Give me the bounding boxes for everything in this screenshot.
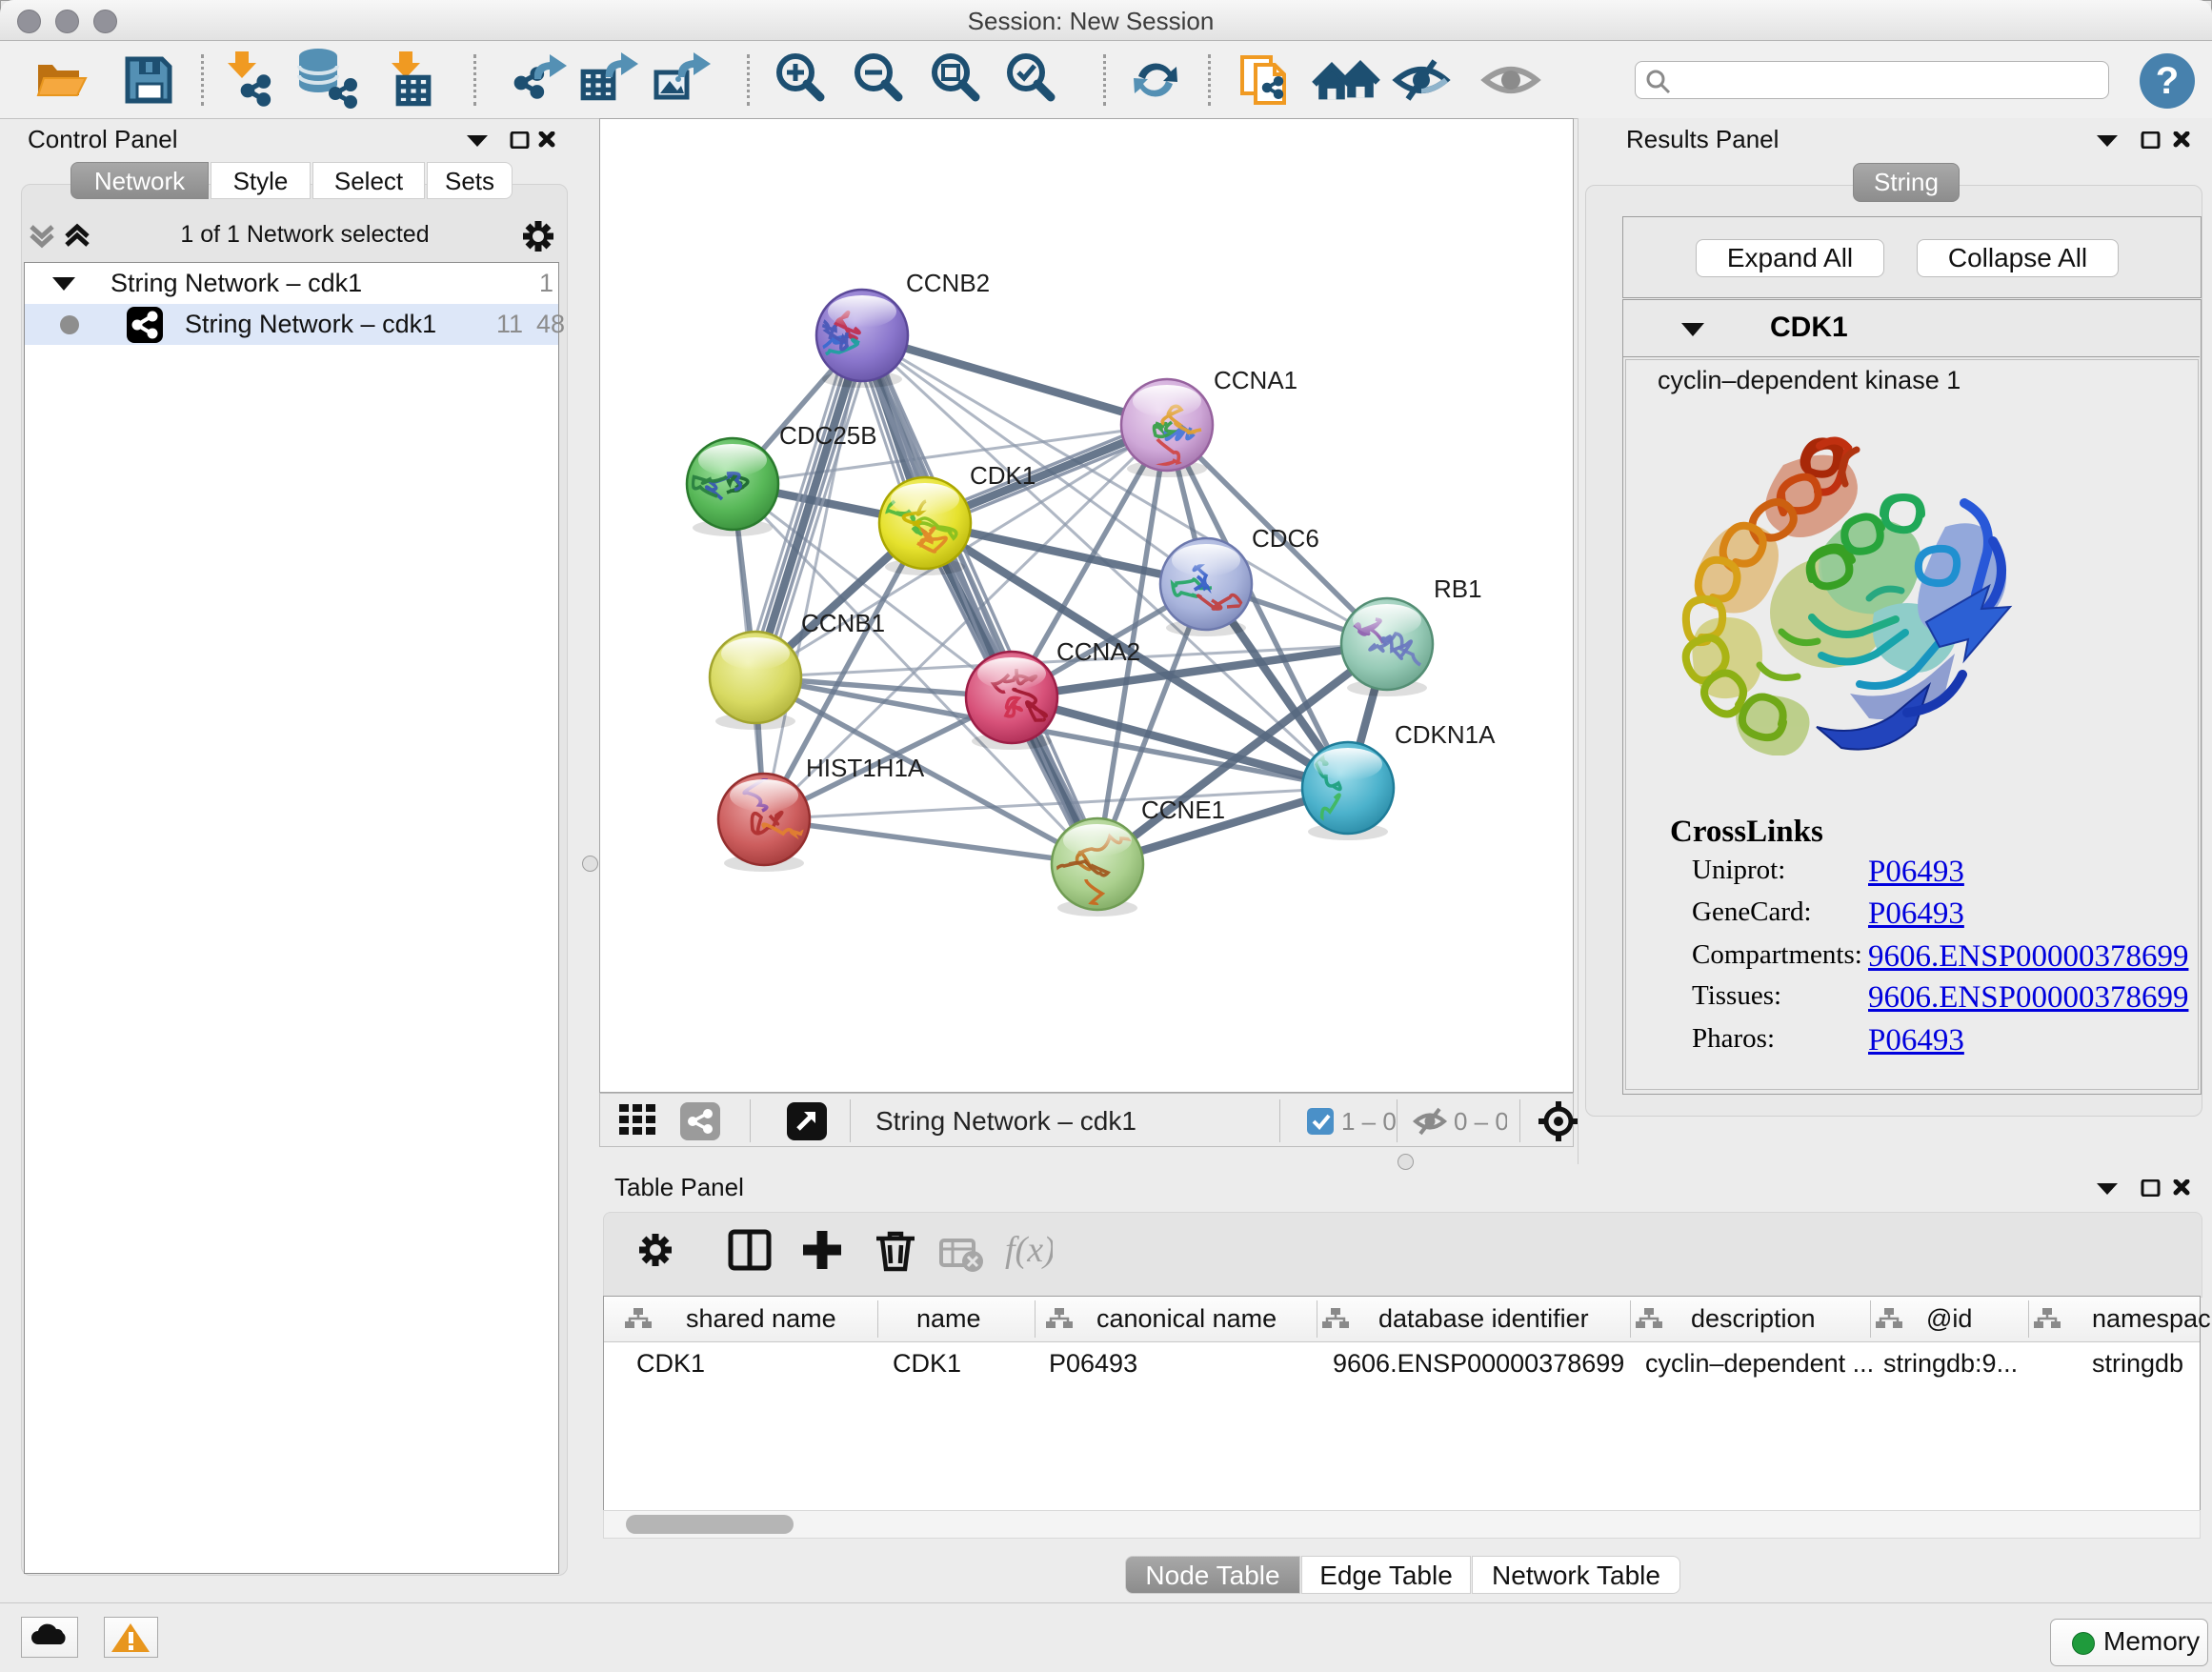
svg-text:0 – 0: 0 – 0 xyxy=(1454,1107,1507,1136)
svg-text:CDC6: CDC6 xyxy=(1252,524,1319,553)
svg-text:1 – 0: 1 – 0 xyxy=(1341,1107,1397,1136)
svg-text:RB1: RB1 xyxy=(1434,574,1482,603)
svg-text:CDK1: CDK1 xyxy=(970,461,1036,490)
svg-text:CCNB2: CCNB2 xyxy=(906,269,990,297)
svg-text:?: ? xyxy=(2156,60,2179,102)
svg-text:CCNA1: CCNA1 xyxy=(1214,366,1297,394)
svg-text:f(x): f(x) xyxy=(1005,1230,1053,1270)
svg-text:CCNE1: CCNE1 xyxy=(1141,796,1225,824)
svg-text:CCNA2: CCNA2 xyxy=(1056,637,1140,666)
svg-text:CDKN1A: CDKN1A xyxy=(1395,720,1496,749)
svg-text:CDC25B: CDC25B xyxy=(779,421,877,450)
svg-text:HIST1H1A: HIST1H1A xyxy=(806,754,925,782)
svg-text:CCNB1: CCNB1 xyxy=(801,609,885,637)
